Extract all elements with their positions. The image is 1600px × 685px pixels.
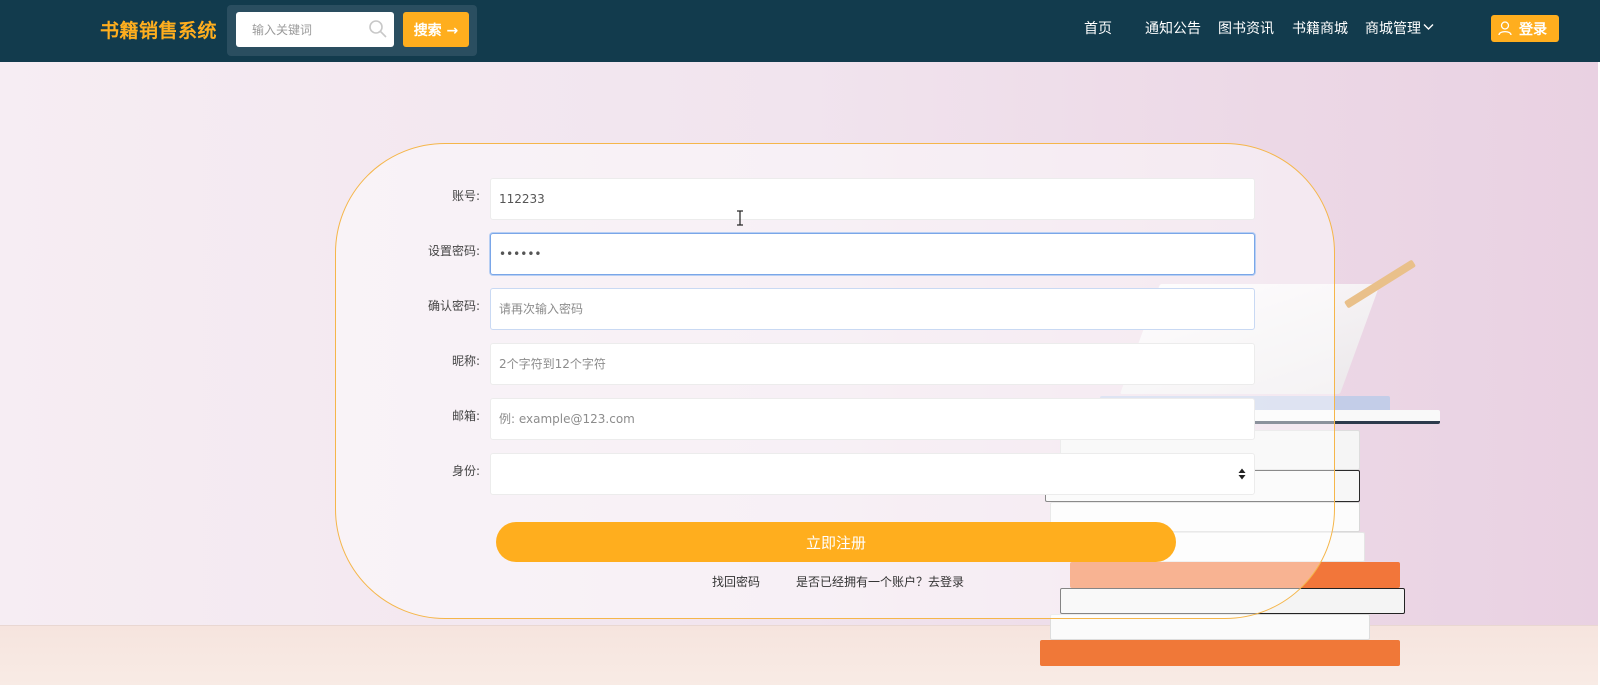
- label-password: 设置密码:: [427, 244, 480, 258]
- identity-select[interactable]: [490, 453, 1255, 495]
- user-icon: [1498, 21, 1512, 36]
- confirm-password-input[interactable]: [490, 288, 1255, 330]
- register-button[interactable]: 立即注册: [496, 522, 1176, 562]
- login-label: 登录: [1519, 22, 1547, 38]
- search-button[interactable]: 搜索 →: [403, 12, 469, 47]
- nickname-input[interactable]: [490, 343, 1255, 385]
- nav-item-notices[interactable]: 通知公告: [1145, 18, 1201, 38]
- forgot-password-link[interactable]: 找回密码: [712, 573, 760, 590]
- book-decor: [1040, 640, 1400, 666]
- nav-item-book-store[interactable]: 书籍商城: [1292, 18, 1348, 38]
- password-input[interactable]: [490, 233, 1255, 275]
- account-input[interactable]: [490, 178, 1255, 220]
- label-email: 邮箱:: [451, 409, 480, 423]
- search-icon[interactable]: [368, 19, 388, 39]
- brand-logo[interactable]: 书籍销售系统: [100, 16, 217, 43]
- go-login-link[interactable]: 是否已经拥有一个账户？去登录: [796, 573, 964, 590]
- email-input[interactable]: [490, 398, 1255, 440]
- top-navbar: 书籍销售系统 搜索 → 首页 通知公告 图书资讯 书籍商城 商城管理 登录: [0, 0, 1600, 62]
- label-nickname: 昵称:: [451, 354, 480, 368]
- text-cursor-icon: [737, 210, 743, 226]
- select-arrows-icon[interactable]: [1238, 468, 1246, 480]
- label-identity: 身份:: [451, 464, 480, 478]
- label-confirm-password: 确认密码:: [427, 299, 480, 313]
- chevron-down-icon[interactable]: [1423, 23, 1434, 31]
- nav-item-store-management[interactable]: 商城管理: [1365, 18, 1421, 38]
- nav-item-book-news[interactable]: 图书资讯: [1218, 18, 1274, 38]
- label-account: 账号:: [451, 189, 480, 203]
- nav-item-home[interactable]: 首页: [1084, 18, 1112, 38]
